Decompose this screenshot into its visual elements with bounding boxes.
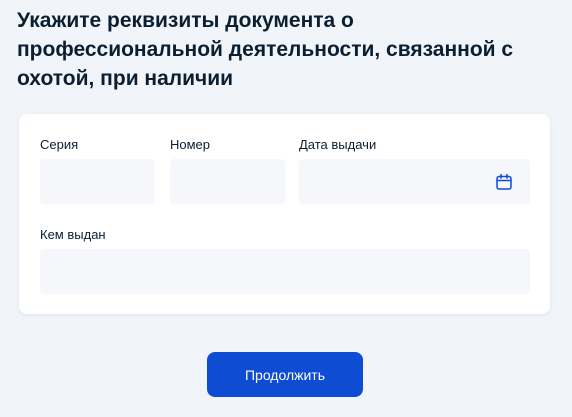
issued-by-label: Кем выдан: [40, 227, 106, 242]
calendar-icon[interactable]: [495, 173, 513, 191]
number-input[interactable]: [171, 160, 284, 203]
series-input-wrapper: [40, 159, 155, 204]
issue-date-input-wrapper: [299, 159, 530, 204]
series-field: Серия: [40, 137, 155, 204]
number-label: Номер: [170, 137, 211, 152]
page-title: Укажите реквизиты документа о профессион…: [17, 9, 514, 90]
issue-date-label: Дата выдачи: [299, 137, 377, 152]
number-input-wrapper: [170, 159, 285, 204]
document-form-card: Серия Номер Дата выдачи Кем выдан: [19, 114, 550, 314]
continue-button[interactable]: Продолжить: [207, 352, 363, 397]
issue-date-field: Дата выдачи: [299, 137, 530, 204]
issued-by-input[interactable]: [41, 250, 529, 293]
issued-by-field: Кем выдан: [40, 227, 530, 294]
series-label: Серия: [40, 137, 79, 152]
series-input[interactable]: [41, 160, 154, 203]
issued-by-input-wrapper: [40, 249, 530, 294]
number-field: Номер: [170, 137, 285, 204]
